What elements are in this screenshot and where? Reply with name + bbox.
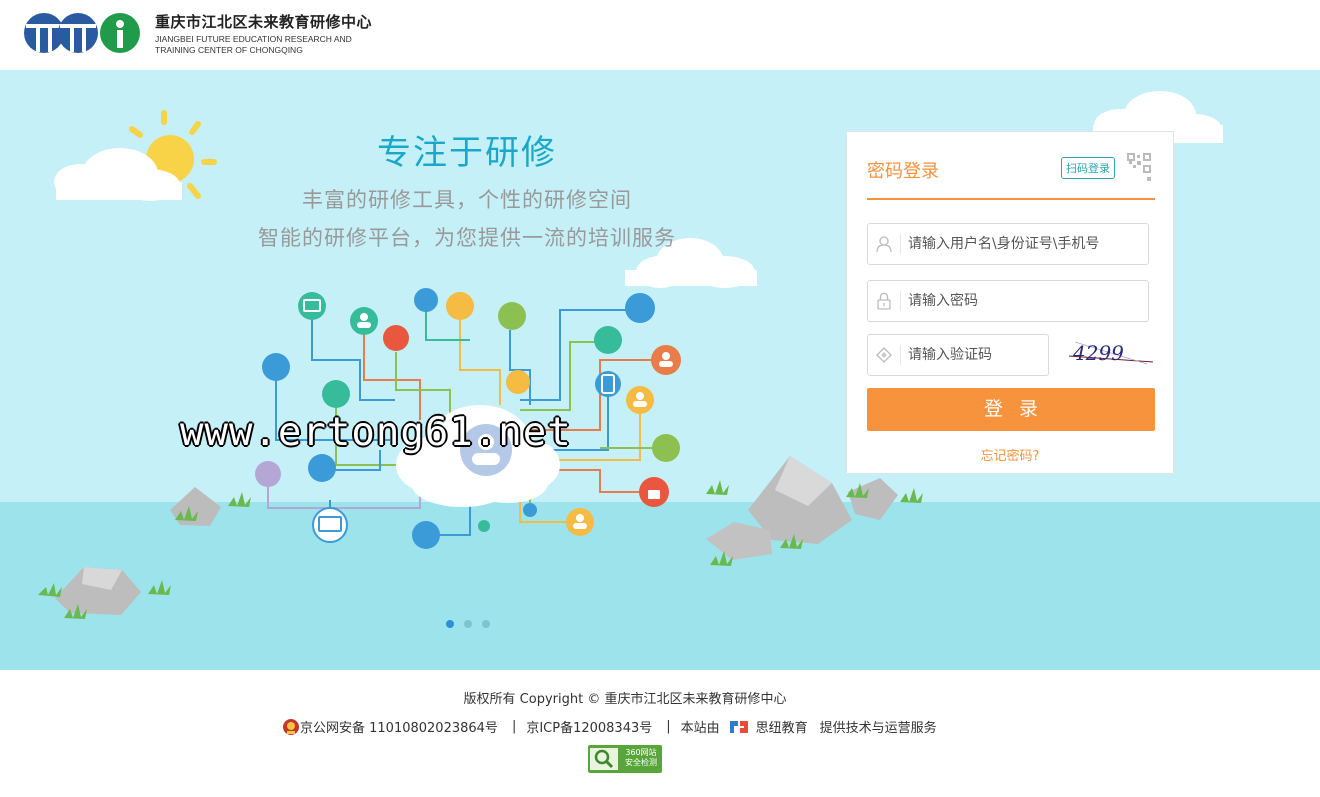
user-icon: [868, 224, 900, 264]
jiangbei-logo[interactable]: [24, 12, 140, 54]
qr-code-icon[interactable]: [1123, 151, 1155, 187]
site-header: 重庆市江北区未来教育研修中心 JIANGBEI FUTURE EDUCATION…: [0, 0, 1320, 70]
carousel-dot-2[interactable]: [464, 620, 472, 628]
password-field[interactable]: [867, 280, 1149, 322]
forgot-password-text[interactable]: 忘记密码?: [981, 449, 1040, 464]
provider-link[interactable]: 思纽教育: [756, 717, 808, 736]
field-separator: [900, 291, 901, 311]
badge-text: 360网站 安全检测: [622, 748, 660, 768]
site-by-text: 本站由: [680, 721, 720, 736]
captcha-field[interactable]: [867, 334, 1049, 376]
tab-underline: [867, 198, 1155, 200]
captcha-text: 4299: [1072, 341, 1124, 365]
carousel-dot-1[interactable]: [446, 620, 454, 628]
magnifier-icon: [590, 748, 618, 770]
hero-banner: 专注于研修 丰富的研修工具，个性的研修空间 智能的研修平台，为您提供一流的培训服…: [0, 70, 1320, 670]
brand-text: 重庆市江北区未来教育研修中心 JIANGBEI FUTURE EDUCATION…: [155, 11, 375, 56]
login-panel: 密码登录 扫码登录 请输入用户名\身份证号\手机号 请输入验证码 4299 登录…: [846, 131, 1174, 474]
copyright-text: 版权所有 Copyright © 重庆市江北区未来教育研修中心: [463, 692, 787, 707]
brand-name-cn: 重庆市江北区未来教育研修中心: [155, 13, 373, 31]
shield-icon: [868, 335, 900, 375]
captcha-input[interactable]: [908, 335, 1044, 375]
password-input[interactable]: [908, 281, 1144, 321]
banner-subline-1: 丰富的研修工具，个性的研修空间: [302, 188, 632, 212]
icp-record-link[interactable]: 京ICP备12008343号: [526, 717, 652, 736]
police-record-link[interactable]: 京公网安备 11010802023864号: [300, 717, 498, 736]
carousel-dot-3[interactable]: [482, 620, 490, 628]
banner-headline: 专注于研修: [377, 133, 557, 173]
tab-password-login[interactable]: 密码登录: [867, 157, 939, 183]
police-badge-icon: [283, 718, 299, 735]
divider: |: [511, 719, 517, 734]
brand-name-en: JIANGBEI FUTURE EDUCATION RESEARCH AND T…: [155, 34, 375, 56]
service-text: 提供技术与运营服务: [819, 721, 937, 736]
badge-line-1: 360网站: [625, 748, 657, 757]
field-separator: [900, 234, 901, 254]
banner-subline-2: 智能的研修平台，为您提供一流的培训服务: [258, 226, 676, 250]
provider-logo-icon: [729, 720, 748, 733]
qr-login-tab[interactable]: 扫码登录: [1061, 157, 1115, 179]
field-separator: [900, 345, 901, 365]
badge-line-2: 安全检测: [625, 758, 657, 767]
captcha-image[interactable]: 4299: [1069, 334, 1153, 374]
brand-name-en-line2: TRAINING CENTER OF CHONGQING: [155, 45, 303, 55]
registration-info: 京公网安备 11010802023864号 | 京ICP备12008343号 |…: [282, 717, 941, 736]
username-input[interactable]: [908, 224, 1144, 264]
brand-name-en-line1: JIANGBEI FUTURE EDUCATION RESEARCH AND: [155, 34, 352, 44]
lock-icon: [868, 281, 900, 321]
username-field[interactable]: [867, 223, 1149, 265]
watermark-text: www.ertong61.net: [180, 410, 572, 455]
login-button[interactable]: 登录: [867, 388, 1155, 431]
site-footer: 版权所有 Copyright © 重庆市江北区未来教育研修中心 京公网安备 11…: [0, 670, 1320, 797]
divider: |: [666, 719, 671, 734]
security-badge-360[interactable]: 360网站 安全检测: [588, 745, 662, 773]
forgot-password-link: 忘记密码?: [847, 445, 1173, 464]
carousel-dots: [446, 620, 490, 628]
